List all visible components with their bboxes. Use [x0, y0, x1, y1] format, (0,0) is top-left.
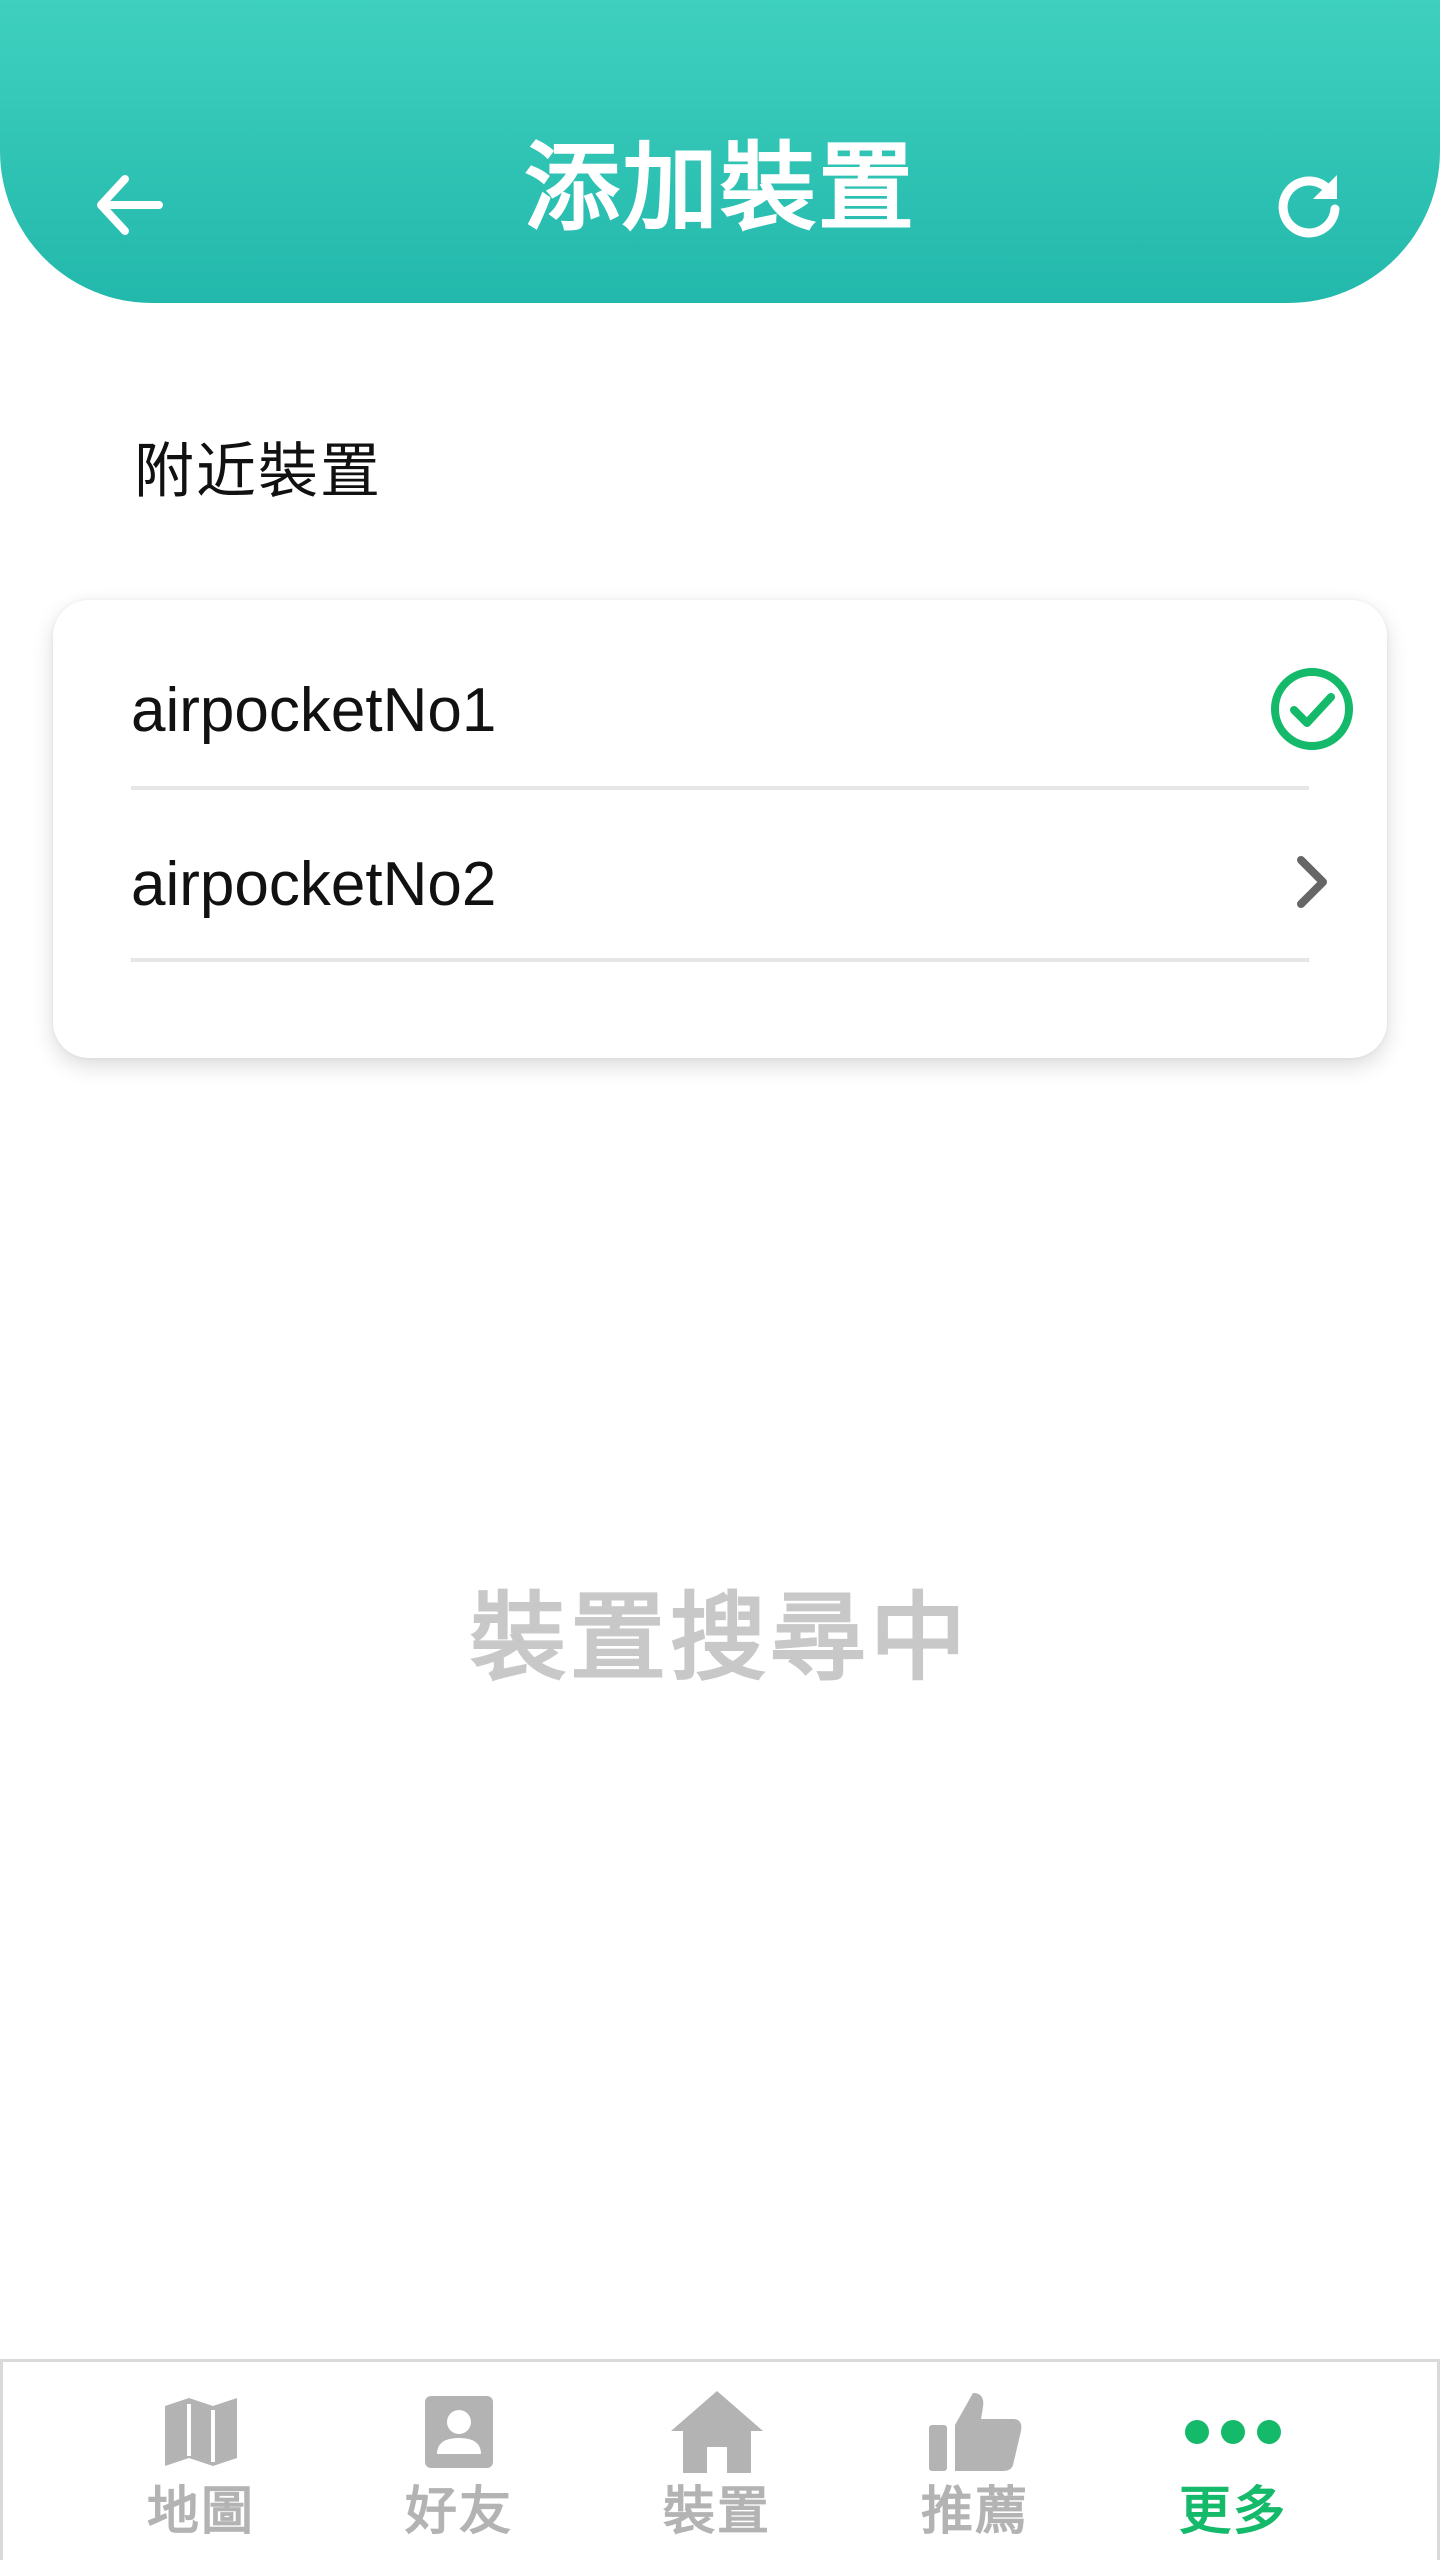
- thumbs-up-icon: [846, 2382, 1104, 2482]
- nav-item-devices[interactable]: 裝置: [588, 2362, 846, 2560]
- nav-label: 裝置: [662, 2482, 771, 2542]
- check-circle-icon: [1269, 666, 1355, 752]
- nav-label: 地圖: [146, 2482, 255, 2542]
- device-list-card: airpocketNo1 airpocketNo2: [53, 600, 1387, 1058]
- contact-icon: [330, 2382, 588, 2482]
- chevron-right-icon: [1271, 842, 1351, 922]
- bottom-nav: 地圖 好友 裝置 推薦 更多: [0, 2359, 1440, 2560]
- more-dots-icon: [1104, 2382, 1362, 2482]
- nav-item-more[interactable]: 更多: [1104, 2362, 1362, 2560]
- nearby-devices-label: 附近裝置: [134, 437, 382, 507]
- device-row-airpocketno1[interactable]: airpocketNo1: [131, 600, 1353, 790]
- nav-label: 好友: [404, 2482, 513, 2542]
- nav-label: 推薦: [920, 2482, 1029, 2542]
- refresh-button[interactable]: [1264, 160, 1354, 250]
- nav-item-map[interactable]: 地圖: [72, 2362, 330, 2560]
- home-icon: [588, 2382, 846, 2482]
- device-row-airpocketno2[interactable]: airpocketNo2: [131, 790, 1327, 962]
- device-name: airpocketNo2: [131, 850, 497, 919]
- page-title: 添加裝置: [524, 132, 916, 244]
- map-icon: [72, 2382, 330, 2482]
- device-name: airpocketNo1: [131, 676, 497, 745]
- nav-item-recommend[interactable]: 推薦: [846, 2362, 1104, 2560]
- add-device-screen: 添加裝置 附近裝置 airpocketNo1 airpocketNo2 裝置搜尋…: [0, 0, 1440, 2560]
- header-bar: 添加裝置: [0, 0, 1440, 303]
- refresh-icon: [1278, 175, 1340, 238]
- nav-item-friends[interactable]: 好友: [330, 2362, 588, 2560]
- searching-status: 裝置搜尋中: [470, 1582, 970, 1694]
- nav-label: 更多: [1178, 2482, 1287, 2542]
